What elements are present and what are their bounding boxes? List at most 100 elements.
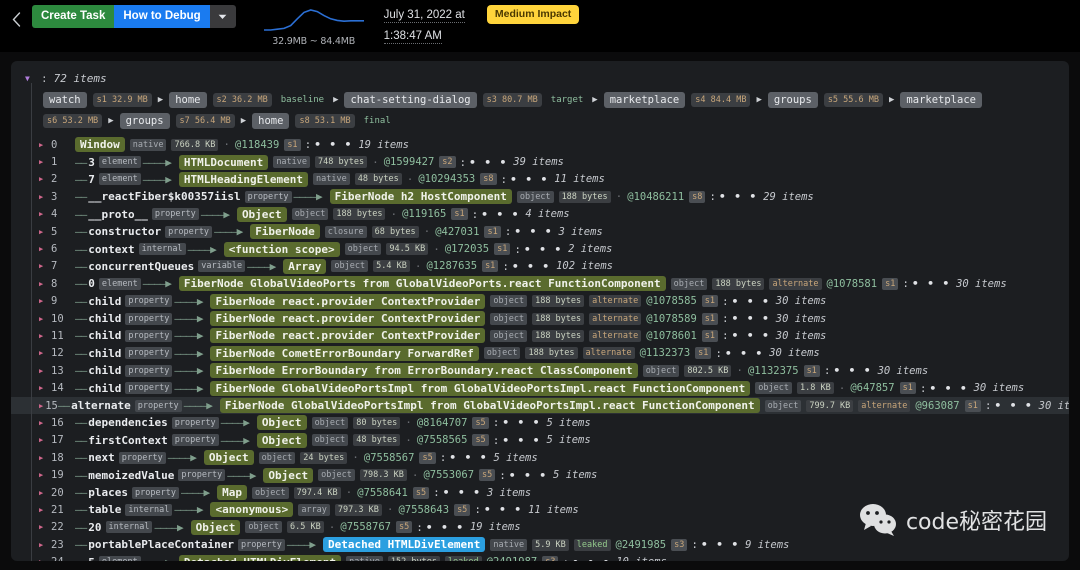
node-ellipsis[interactable]: • • • (732, 295, 770, 308)
tree-row[interactable]: ▶ 14 —— child property ———— ▶ FiberNode GlobalV… (11, 379, 1069, 396)
node-name[interactable]: FiberNode GlobalVideoPorts from GlobalVi… (178, 276, 666, 292)
node-name[interactable]: Object (236, 206, 287, 222)
tree-row[interactable]: ▶ 12 —— child property ———— ▶ FiberNode CometEr… (11, 345, 1069, 362)
node-name[interactable]: Map (217, 485, 247, 500)
breadcrumb-chip[interactable]: groups (767, 92, 818, 108)
node-name[interactable]: Object (263, 467, 314, 483)
breadcrumb-chip[interactable]: home (169, 92, 207, 108)
breadcrumb-chip[interactable]: home (252, 113, 290, 129)
node-ellipsis[interactable]: • • • (572, 556, 610, 561)
node-ellipsis[interactable]: • • • (995, 399, 1033, 412)
node-ellipsis[interactable]: • • • (732, 329, 770, 342)
tree-row[interactable]: ▶ 11 —— child property ———— ▶ FiberNode react.p… (11, 327, 1069, 344)
expand-triangle-icon[interactable]: ▶ (39, 297, 49, 305)
node-ellipsis[interactable]: • • • (524, 243, 562, 256)
node-ellipsis[interactable]: • • • (912, 277, 950, 290)
expand-triangle-icon[interactable]: ▶ (39, 523, 49, 531)
node-ellipsis[interactable]: • • • (502, 434, 540, 447)
expand-triangle-icon[interactable]: ▶ (39, 210, 49, 218)
node-ellipsis[interactable]: • • • (314, 138, 352, 151)
node-ellipsis[interactable]: • • • (929, 382, 967, 395)
node-ellipsis[interactable]: • • • (502, 416, 540, 429)
node-name[interactable]: FiberNode ErrorBoundary from ErrorBounda… (210, 363, 638, 379)
node-name[interactable]: FiberNode h2 HostComponent (329, 189, 512, 205)
tree-row[interactable]: ▶ 1 —— 3 element ———— ▶ HTMLDocument native 748 b… (11, 153, 1069, 170)
node-ellipsis[interactable]: • • • (833, 364, 871, 377)
expand-triangle-icon[interactable]: ▶ (39, 454, 49, 462)
node-name[interactable]: FiberNode GlobalVideoPortsImpl from Glob… (219, 398, 760, 414)
tree-row[interactable]: ▶ 22 —— 20 internal ———— ▶ Object object 6.5 KB · @… (11, 519, 1069, 536)
expand-triangle-icon[interactable]: ▶ (39, 541, 49, 549)
node-name[interactable]: FiberNode CometErrorBoundary ForwardRef (210, 345, 479, 361)
node-name[interactable]: Object (256, 415, 307, 431)
breadcrumb-chip[interactable]: groups (119, 113, 170, 129)
expand-triangle-icon[interactable]: ▶ (39, 228, 49, 236)
tree-row[interactable]: ▶ 8 —— 0 element ———— ▶ FiberNode GlobalVideoPo… (11, 275, 1069, 292)
expand-triangle-icon[interactable]: ▶ (39, 349, 49, 357)
node-name[interactable]: Window (75, 137, 125, 153)
tree-row[interactable]: ▶ 16 —— dependencies property ———— ▶ Object obje… (11, 414, 1069, 431)
tree-row[interactable]: ▶ 5 —— constructor property ———— ▶ FiberNode clo… (11, 223, 1069, 240)
node-ellipsis[interactable]: • • • (701, 538, 739, 551)
node-ellipsis[interactable]: • • • (509, 469, 547, 482)
node-name[interactable]: Object (203, 450, 254, 466)
node-name[interactable]: Object (190, 519, 241, 535)
tree-row[interactable]: ▶ 4 —— __proto__ property ———— ▶ Object object 18… (11, 206, 1069, 223)
expand-triangle-icon[interactable]: ▶ (39, 158, 49, 166)
expand-triangle-icon[interactable]: ▶ (39, 141, 49, 149)
tree-row[interactable]: ▶ 21 —— table internal ———— ▶ <anonymous> array 7… (11, 501, 1069, 518)
node-name[interactable]: HTMLDocument (178, 154, 269, 170)
node-name[interactable]: <function scope> (223, 241, 340, 257)
create-task-button[interactable]: Create Task (32, 5, 115, 28)
node-ellipsis[interactable]: • • • (449, 451, 487, 464)
tree-row[interactable]: ▶ 13 —— child property ———— ▶ FiberNode ErrorBo… (11, 362, 1069, 379)
tree-row[interactable]: ▶ 19 —— memoizedValue property ———— ▶ Object obj… (11, 466, 1069, 483)
expand-triangle-icon[interactable]: ▶ (39, 332, 49, 340)
node-ellipsis[interactable]: • • • (514, 225, 552, 238)
node-ellipsis[interactable]: • • • (426, 521, 464, 534)
node-ellipsis[interactable]: • • • (732, 312, 770, 325)
breadcrumb-chip[interactable]: marketplace (900, 92, 982, 108)
node-name[interactable]: FiberNode (250, 224, 320, 240)
node-name[interactable]: Detached HTMLDivElement (323, 537, 486, 553)
expand-triangle-icon[interactable]: ▶ (39, 262, 49, 270)
node-ellipsis[interactable]: • • • (484, 503, 522, 516)
expand-triangle-icon[interactable]: ▶ (39, 419, 49, 427)
tree-row[interactable]: ▶ 10 —— child property ———— ▶ FiberNode react.p… (11, 310, 1069, 327)
expand-triangle-icon[interactable]: ▶ (39, 367, 49, 375)
expand-triangle-icon[interactable]: ▶ (39, 193, 49, 201)
node-name[interactable]: FiberNode react.provider ContextProvider (210, 328, 486, 344)
tree-row[interactable]: ▶ 0 Window native 766.8 KB · @118439 s1: • • • 19… (11, 136, 1069, 153)
node-name[interactable]: HTMLHeadingElement (178, 171, 309, 187)
expand-triangle-icon[interactable]: ▶ (39, 175, 49, 183)
tree-row[interactable]: ▶24——5element————▶Detached HTMLDivElemen… (11, 553, 1069, 561)
node-ellipsis[interactable]: • • • (481, 208, 519, 221)
dropdown-caret-button[interactable] (209, 5, 236, 28)
node-name[interactable]: Array (283, 258, 327, 274)
expand-triangle-icon[interactable]: ▶ (39, 506, 49, 514)
node-name[interactable]: Object (256, 432, 307, 448)
tree-root-row[interactable]: ▼ : 72 items (11, 69, 1069, 87)
tree-row[interactable]: ▶ 7 —— concurrentQueues variable ———— ▶ Array ob… (11, 258, 1069, 275)
tree-row[interactable]: ▶ 9 —— child property ———— ▶ FiberNode react.pr… (11, 293, 1069, 310)
breadcrumb-chip[interactable]: watch (43, 92, 87, 108)
breadcrumb-chip[interactable]: marketplace (603, 92, 686, 108)
tree-row[interactable]: ▶ 2 —— 7 element ———— ▶ HTMLHeadingElement nativ… (11, 171, 1069, 188)
tree-row[interactable]: ▶ 15 —— alternate property ———— ▶ FiberNode Glo… (11, 396, 1069, 415)
tree-row[interactable]: ▶ 23 —— portablePlaceContainer property ———— ▶… (11, 536, 1069, 553)
expand-triangle-icon[interactable]: ▶ (39, 245, 49, 253)
back-button[interactable] (0, 4, 32, 34)
expand-triangle-icon[interactable]: ▶ (39, 489, 49, 497)
tree-row[interactable]: ▶ 18 —— next property ———— ▶ Object object 24 byt… (11, 449, 1069, 466)
tree-row[interactable]: ▶ 20 —— places property ———— ▶ Map object 797.4 K… (11, 484, 1069, 501)
triangle-down-icon[interactable]: ▼ (25, 74, 35, 83)
node-name[interactable]: FiberNode GlobalVideoPortsImpl from Glob… (210, 380, 751, 396)
node-ellipsis[interactable]: • • • (719, 190, 757, 203)
node-ellipsis[interactable]: • • • (725, 347, 763, 360)
expand-triangle-icon[interactable]: ▶ (39, 471, 49, 479)
tree-row[interactable]: ▶ 3 —— __reactFiber$k00357iisl property ———— ▶… (11, 188, 1069, 205)
expand-triangle-icon[interactable]: ▶ (39, 436, 49, 444)
expand-triangle-icon[interactable]: ▶ (39, 558, 49, 561)
how-to-debug-button[interactable]: How to Debug (114, 5, 210, 28)
tree-row[interactable]: ▶ 17 —— firstContext property ———— ▶ Object obje… (11, 432, 1069, 449)
